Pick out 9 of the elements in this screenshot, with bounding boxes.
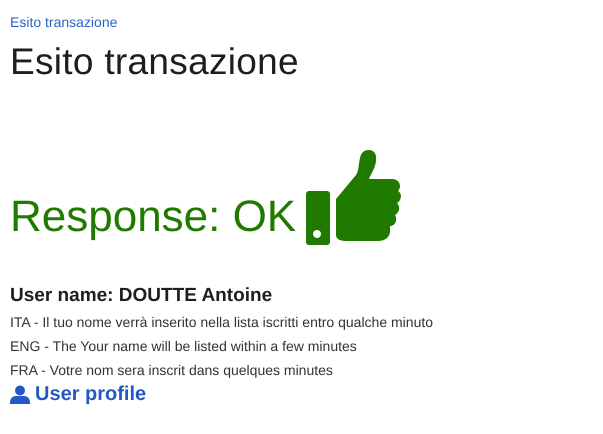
user-name: User name: DOUTTE Antoine (10, 285, 274, 307)
response-status: Response: OK (10, 191, 296, 243)
message-text: ENG - The Your name will be listed within a few minutes (10, 337, 358, 355)
breadcrumb-link[interactable]: Esito transazione (10, 14, 118, 30)
user-icon (10, 384, 30, 404)
user-profile-link[interactable]: User profile (10, 383, 146, 406)
page-title: Esito transazione (10, 41, 300, 83)
message-text: FRA - Votre nom sera inscrit dans quelques minutes (10, 361, 334, 379)
message-text: ITA - Il tuo nome verrà inserito nella lista iscritti entro qualche minuto (10, 313, 434, 331)
